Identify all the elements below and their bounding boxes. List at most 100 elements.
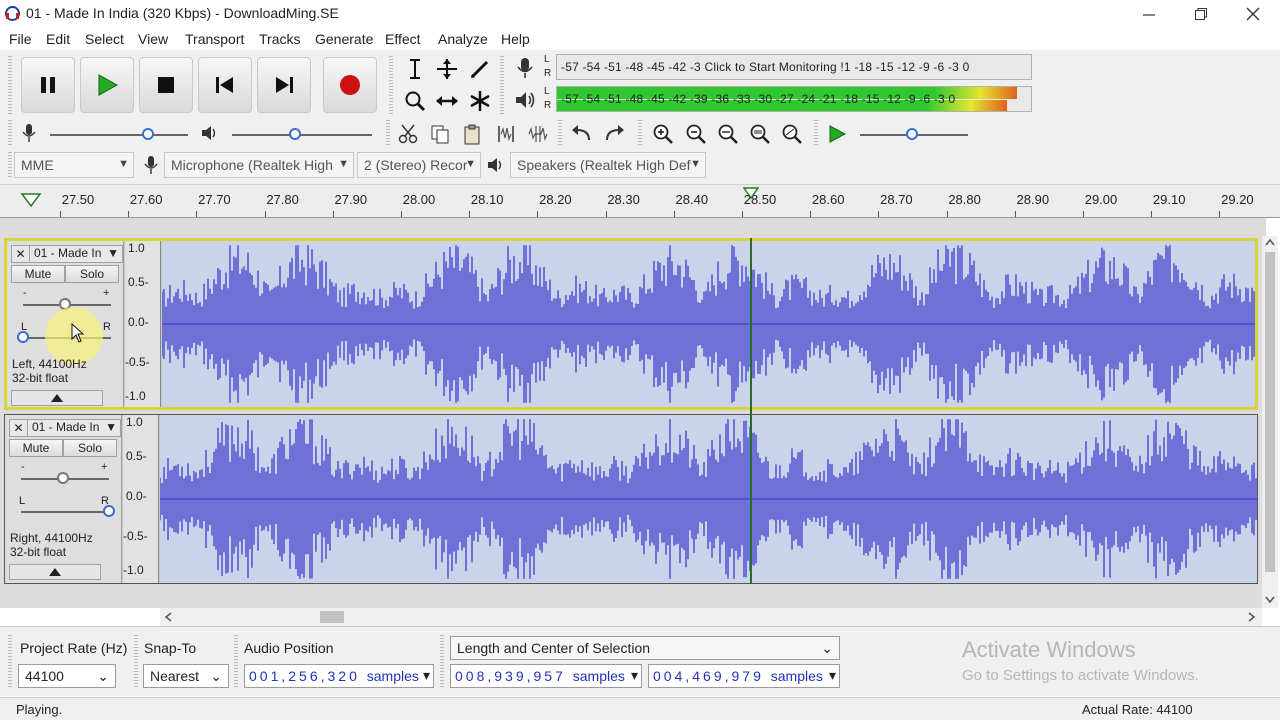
menu-select[interactable]: Select [85, 31, 124, 47]
audio-track[interactable]: ✕ 01 - Made In ▼ Mute Solo - + L R Left,… [4, 238, 1258, 410]
envelope-tool[interactable] [432, 54, 462, 84]
pan-slider-thumb[interactable] [17, 331, 29, 343]
track-name-menu[interactable]: ✕ 01 - Made In ▼ [9, 419, 121, 437]
horizontal-scrollbar[interactable] [160, 608, 1262, 626]
selection-tool[interactable] [400, 54, 430, 84]
horizontal-scroll-thumb[interactable] [320, 611, 344, 623]
toolbar-grip[interactable] [8, 120, 12, 146]
waveform[interactable] [160, 415, 1257, 583]
playback-volume-thumb[interactable] [289, 128, 301, 140]
record-volume-thumb[interactable] [142, 128, 154, 140]
toolbar-grip[interactable] [134, 635, 138, 689]
toolbar-grip[interactable] [8, 56, 12, 114]
playback-volume-slider[interactable] [232, 134, 372, 136]
selection-center-field[interactable]: 004,469,979 samples ▾ [648, 664, 840, 688]
audio-track[interactable]: ✕ 01 - Made In ▼ Mute Solo - + L R Right… [4, 414, 1258, 584]
record-meter[interactable]: -57 -54 -51 -48 -45 -42 -3 Click to Star… [556, 54, 1032, 80]
mute-button[interactable]: Mute [11, 265, 65, 283]
input-channels-select[interactable]: 2 (Stereo) Recor ▼ [357, 152, 481, 178]
undo-button[interactable] [566, 120, 596, 148]
fit-project-button[interactable] [745, 120, 775, 148]
menu-effect[interactable]: Effect [385, 31, 421, 47]
paste-button[interactable] [458, 120, 486, 148]
record-meter-button[interactable] [510, 54, 540, 82]
toolbar-grip[interactable] [814, 120, 818, 146]
menu-generate[interactable]: Generate [315, 31, 373, 47]
minimize-button[interactable] [1124, 0, 1174, 28]
track-name-menu[interactable]: ✕ 01 - Made In ▼ [11, 245, 123, 263]
pan-slider[interactable] [21, 511, 109, 513]
collapse-track-button[interactable] [9, 564, 101, 580]
scroll-down-icon[interactable] [1265, 596, 1275, 604]
timeline-options-icon[interactable] [20, 191, 42, 209]
menu-view[interactable]: View [138, 31, 168, 47]
selection-mode-select[interactable]: Length and Center of Selection ⌄ [450, 636, 840, 660]
play-speed-thumb[interactable] [906, 128, 918, 140]
pause-button[interactable] [21, 57, 75, 113]
toolbar-grip[interactable] [8, 635, 12, 689]
mute-button[interactable]: Mute [9, 439, 63, 457]
toolbar-grip[interactable] [234, 635, 238, 689]
collapse-track-button[interactable] [11, 390, 103, 406]
silence-button[interactable] [524, 120, 552, 148]
close-button[interactable] [1228, 0, 1278, 28]
toolbar-grip[interactable] [389, 56, 393, 114]
toolbar-grip[interactable] [440, 635, 444, 689]
timeline-ruler[interactable]: 27.50 27.60 27.70 27.80 27.90 28.00 28.10 28.20… [0, 184, 1280, 218]
zoom-in-button[interactable] [648, 120, 678, 148]
play-at-speed-button[interactable] [824, 120, 850, 148]
close-track-icon[interactable]: ✕ [12, 246, 30, 262]
solo-button[interactable]: Solo [63, 439, 117, 457]
redo-button[interactable] [600, 120, 630, 148]
menu-analyze[interactable]: Analyze [438, 31, 488, 47]
snap-to-select[interactable]: Nearest ⌄ [143, 664, 229, 688]
audio-position-field[interactable]: 001,256,320 samples ▾ [244, 664, 434, 688]
record-volume-slider[interactable] [50, 134, 188, 136]
multi-tool[interactable] [465, 86, 495, 116]
playback-meter-button[interactable] [510, 86, 540, 114]
toolbar-grip[interactable] [386, 120, 390, 146]
vertical-scrollbar[interactable] [1262, 236, 1278, 608]
menu-transport[interactable]: Transport [185, 31, 244, 47]
stop-button[interactable] [139, 57, 193, 113]
scroll-right-icon[interactable] [1248, 612, 1256, 622]
scroll-left-icon[interactable] [164, 612, 172, 622]
toolbar-grip[interactable] [8, 152, 12, 178]
toolbar-grip[interactable] [558, 120, 562, 146]
playhead-marker-icon[interactable] [743, 187, 759, 199]
menu-file[interactable]: File [9, 31, 32, 47]
output-device-select[interactable]: Speakers (Realtek High Def ▼ [510, 152, 706, 178]
cut-button[interactable] [394, 120, 422, 148]
scroll-up-icon[interactable] [1265, 238, 1275, 246]
skip-end-button[interactable] [257, 57, 311, 113]
zoom-out-button[interactable] [681, 120, 711, 148]
time-shift-tool[interactable] [432, 86, 462, 116]
menu-edit[interactable]: Edit [46, 31, 70, 47]
playback-meter[interactable]: -57 -54 -51 -48 -45 -42 -39 -36 -33 -30 … [556, 86, 1032, 112]
copy-button[interactable] [426, 120, 454, 148]
zoom-toggle-button[interactable] [777, 120, 807, 148]
skip-start-button[interactable] [198, 57, 252, 113]
playback-meter-r-label: R [544, 100, 552, 111]
toolbar-grip[interactable] [500, 56, 504, 114]
project-rate-select[interactable]: 44100 ⌄ [18, 664, 116, 688]
waveform[interactable] [162, 241, 1255, 407]
input-device-select[interactable]: Microphone (Realtek High ▼ [164, 152, 354, 178]
solo-button[interactable]: Solo [65, 265, 119, 283]
restore-button[interactable] [1176, 0, 1226, 28]
draw-tool[interactable] [465, 54, 495, 84]
menu-tracks[interactable]: Tracks [259, 31, 300, 47]
pan-slider-thumb[interactable] [103, 505, 115, 517]
menu-help[interactable]: Help [501, 31, 530, 47]
vertical-scroll-thumb[interactable] [1265, 252, 1275, 572]
record-button[interactable] [323, 57, 377, 113]
play-button[interactable] [80, 57, 134, 113]
audio-host-select[interactable]: MME ▼ [14, 152, 134, 178]
close-track-icon[interactable]: ✕ [10, 420, 28, 436]
toolbar-grip[interactable] [638, 120, 642, 146]
fit-selection-button[interactable] [713, 120, 743, 148]
gain-slider-thumb[interactable] [57, 472, 69, 484]
zoom-tool[interactable] [400, 86, 430, 116]
trim-button[interactable] [492, 120, 520, 148]
selection-length-field[interactable]: 008,939,957 samples ▾ [450, 664, 642, 688]
